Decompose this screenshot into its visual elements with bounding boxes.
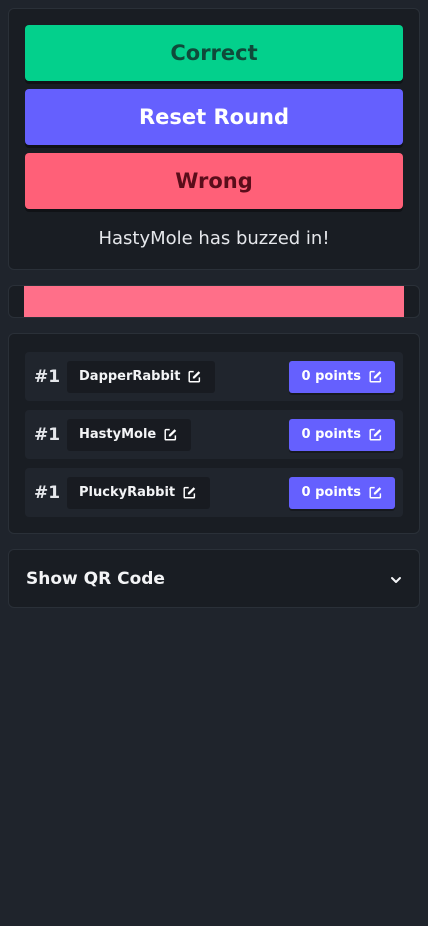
edit-icon <box>164 428 177 441</box>
player-points-button[interactable]: 0 points <box>288 476 395 509</box>
qr-code-label: Show QR Code <box>26 569 165 589</box>
edit-icon <box>369 370 382 383</box>
player-points: 0 points <box>301 427 361 442</box>
player-points: 0 points <box>301 485 361 500</box>
qr-code-toggle[interactable]: Show QR Code <box>8 549 420 608</box>
edit-icon <box>369 486 382 499</box>
player-name-button[interactable]: PluckyRabbit <box>67 476 211 509</box>
player-name: DapperRabbit <box>79 369 181 384</box>
player-name: HastyMole <box>79 427 157 442</box>
player-rank: #1 <box>34 482 61 503</box>
correct-button[interactable]: Correct <box>25 25 403 81</box>
edit-icon <box>183 486 196 499</box>
player-name-button[interactable]: HastyMole <box>67 418 192 451</box>
player-points-button[interactable]: 0 points <box>288 360 395 393</box>
player-points: 0 points <box>301 369 361 384</box>
edit-icon <box>188 370 201 383</box>
timer-bar-fill <box>24 286 404 317</box>
timer-bar <box>8 285 420 318</box>
game-controls-panel: Correct Reset Round Wrong HastyMole has … <box>8 8 420 270</box>
edit-icon <box>369 428 382 441</box>
chevron-down-icon <box>391 577 401 583</box>
player-rank: #1 <box>34 424 61 445</box>
reset-round-button[interactable]: Reset Round <box>25 89 403 145</box>
buzz-status-message: HastyMole has buzzed in! <box>98 228 330 249</box>
wrong-button[interactable]: Wrong <box>25 153 403 209</box>
player-row: #1 PluckyRabbit 0 points <box>25 468 403 517</box>
player-points-button[interactable]: 0 points <box>288 418 395 451</box>
player-row: #1 HastyMole 0 points <box>25 410 403 459</box>
player-rank: #1 <box>34 366 61 387</box>
player-name: PluckyRabbit <box>79 485 176 500</box>
players-list: #1 DapperRabbit 0 points #1 HastyMole 0 … <box>8 333 420 534</box>
player-name-button[interactable]: DapperRabbit <box>67 360 216 393</box>
player-row: #1 DapperRabbit 0 points <box>25 352 403 401</box>
